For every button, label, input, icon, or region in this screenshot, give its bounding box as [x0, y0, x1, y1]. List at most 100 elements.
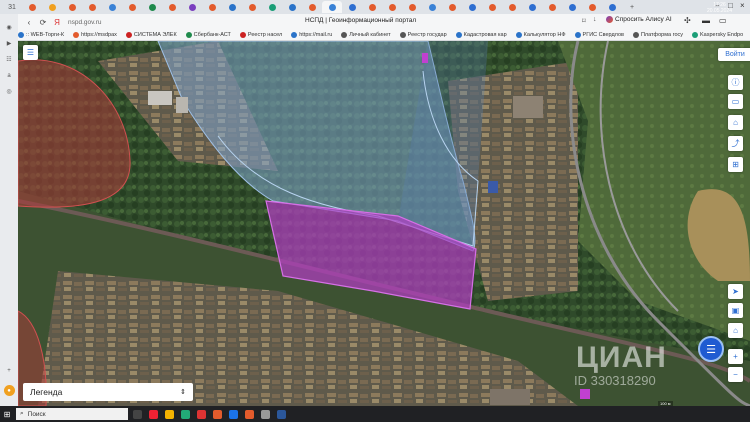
- cart-icon[interactable]: ◎: [4, 86, 15, 97]
- back-icon[interactable]: ‹: [22, 15, 36, 29]
- taskbar-app-icon[interactable]: [146, 407, 160, 421]
- browser-tab[interactable]: [162, 1, 182, 13]
- browser-tab[interactable]: [122, 1, 142, 13]
- browser-tab[interactable]: [602, 1, 622, 13]
- browser-tab[interactable]: [202, 1, 222, 13]
- yandex-icon[interactable]: Я: [50, 15, 64, 29]
- basemap-icon[interactable]: ▣: [728, 303, 743, 318]
- layers-menu-icon[interactable]: ☰: [23, 45, 38, 60]
- login-button[interactable]: Войти: [718, 48, 750, 61]
- bookmark-item[interactable]: Кадастровая кар: [455, 32, 507, 38]
- chat-button[interactable]: ☰: [698, 336, 724, 362]
- tab-favicon-icon: [268, 3, 276, 11]
- bookmark-item[interactable]: Личный кабинет: [341, 32, 391, 38]
- translate-icon[interactable]: a: [4, 70, 15, 81]
- download-icon[interactable]: ↓: [593, 16, 597, 23]
- expand-icon[interactable]: ⇕: [180, 388, 186, 396]
- bookmark-item[interactable]: :: WEB-Торги-К: [18, 32, 64, 38]
- parcel-marker-bottom[interactable]: [580, 389, 590, 399]
- taskbar-search[interactable]: ⌕ Поиск: [16, 408, 128, 420]
- geolocation-icon[interactable]: ➤: [728, 284, 743, 299]
- profile-icon[interactable]: ▭: [719, 16, 727, 25]
- address-bar: ‹ ⟳ Я nspd.gov.ru НСПД | Геоинформационн…: [0, 14, 750, 30]
- extensions-icon[interactable]: ✣: [684, 16, 691, 25]
- bookmark-item[interactable]: https://msdpax: [73, 32, 117, 38]
- browser-tab[interactable]: [262, 1, 282, 13]
- browser-tab[interactable]: [102, 1, 122, 13]
- bookmark-icon[interactable]: ⌑: [582, 17, 586, 25]
- browser-tab[interactable]: [542, 1, 562, 13]
- bookmark-item[interactable]: Реестр государ: [399, 32, 447, 38]
- menu-icon[interactable]: ▬: [702, 16, 710, 25]
- bookmark-item[interactable]: Сбербанк-АСТ: [185, 32, 231, 38]
- bookmark-label: Личный кабинет: [349, 32, 391, 38]
- home-extent-icon[interactable]: ⌂: [728, 323, 743, 338]
- browser-tab[interactable]: [222, 1, 242, 13]
- parcel-marker-top[interactable]: [422, 53, 428, 63]
- close-window-icon[interactable]: ×: [740, 1, 745, 10]
- browser-tab[interactable]: [342, 1, 362, 13]
- browser-tab[interactable]: [562, 1, 582, 13]
- bookmark-item[interactable]: Калькулятор НФ: [515, 32, 566, 38]
- browser-tab[interactable]: [482, 1, 502, 13]
- browser-tab[interactable]: [242, 1, 262, 13]
- taskbar-app-icon[interactable]: [130, 407, 144, 421]
- browser-tab[interactable]: [522, 1, 542, 13]
- browser-tab[interactable]: [402, 1, 422, 13]
- bookmark-label: Калькулятор НФ: [523, 32, 566, 38]
- browser-tab[interactable]: [282, 1, 302, 13]
- browser-tab[interactable]: [502, 1, 522, 13]
- export-icon[interactable]: ⊞: [728, 157, 743, 172]
- watermark: ЦИАН: [576, 341, 667, 374]
- settings-icon[interactable]: ●: [3, 385, 15, 396]
- browser-tab[interactable]: [442, 1, 462, 13]
- taskbar-app-icon[interactable]: [226, 407, 240, 421]
- taskbar-app-icon[interactable]: [242, 407, 256, 421]
- browser-tab[interactable]: [322, 1, 342, 13]
- share-icon[interactable]: ⤴: [728, 136, 743, 151]
- measure-icon[interactable]: ▭: [728, 94, 743, 109]
- browser-tab[interactable]: [422, 1, 442, 13]
- taskbar-app-icon[interactable]: [258, 407, 272, 421]
- taskbar-app-icon[interactable]: [210, 407, 224, 421]
- taskbar-app-icon[interactable]: [194, 407, 208, 421]
- legend-panel[interactable]: Легенда ⇕: [23, 383, 193, 401]
- add-icon[interactable]: +: [4, 365, 15, 376]
- browser-tab[interactable]: [42, 1, 62, 13]
- bookmark-item[interactable]: Платформа госу: [632, 32, 683, 38]
- browser-tab[interactable]: [302, 1, 322, 13]
- info-icon[interactable]: ⓘ: [728, 75, 743, 90]
- taskbar-app-icon[interactable]: [274, 407, 288, 421]
- windows-start-icon[interactable]: ⊞: [0, 407, 14, 421]
- browser-tab[interactable]: [382, 1, 402, 13]
- clock[interactable]: 17:26 20.05.2024: [707, 2, 732, 14]
- home-icon[interactable]: ◉: [4, 22, 15, 33]
- browser-tab[interactable]: [582, 1, 602, 13]
- taskbar-app-icon[interactable]: [178, 407, 192, 421]
- tab-favicon-icon: [148, 3, 156, 11]
- bookmark-item[interactable]: СИСТЕМА ЭЛЕК: [125, 32, 177, 38]
- taskbar-app-icon[interactable]: [162, 407, 176, 421]
- reload-icon[interactable]: ⟳: [36, 15, 50, 29]
- browser-tab[interactable]: [182, 1, 202, 13]
- video-icon[interactable]: ▶: [4, 38, 15, 49]
- alice-button[interactable]: Спросить Алису AI: [606, 16, 672, 23]
- apps-icon[interactable]: ☷: [4, 54, 15, 65]
- new-tab-icon[interactable]: +: [622, 1, 642, 13]
- zoom-in-button[interactable]: +: [728, 349, 743, 364]
- map-view[interactable]: ☰ Войти ⓘ ▭ ⌂ ⤴ ⊞ ➤ ▣ ⌂ + − ☰ ЦИАН ID 33…: [18, 41, 750, 406]
- bookmark-item[interactable]: Реестр насел: [239, 32, 282, 38]
- bookmark-item[interactable]: https://mail.ru: [291, 32, 332, 38]
- zoom-out-button[interactable]: −: [728, 367, 743, 382]
- browser-tab[interactable]: [82, 1, 102, 13]
- browser-tab[interactable]: [462, 1, 482, 13]
- url-field[interactable]: nspd.gov.ru: [68, 19, 101, 26]
- browser-tab[interactable]: [142, 1, 162, 13]
- tab-counter[interactable]: 31: [2, 1, 22, 13]
- bookmark-item[interactable]: РГИС Свердлов: [574, 32, 624, 38]
- bookmark-item[interactable]: Kaspersky Endpo: [692, 32, 743, 38]
- browser-tab[interactable]: [22, 1, 42, 13]
- browser-tab[interactable]: [62, 1, 82, 13]
- print-icon[interactable]: ⌂: [728, 115, 743, 130]
- browser-tab[interactable]: [362, 1, 382, 13]
